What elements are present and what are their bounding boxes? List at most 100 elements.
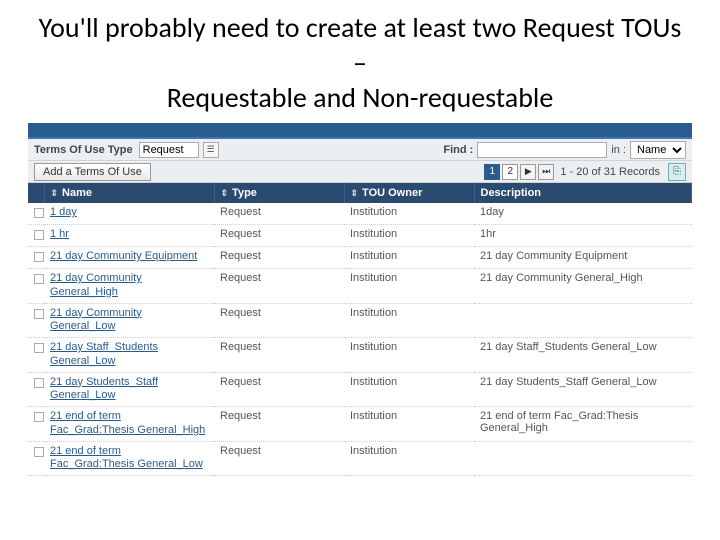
row-desc-cell: 21 end of term Fac_Grad:Thesis General_H…	[474, 407, 692, 442]
table-row: 1 day RequestInstitution1day	[28, 203, 692, 225]
table-header-row: ⇕Name ⇕Type ⇕TOU Owner Description	[28, 183, 692, 203]
pager-last-icon[interactable]: ⏭	[538, 164, 554, 180]
row-checkbox-cell[interactable]	[28, 203, 44, 225]
row-desc-cell	[474, 441, 692, 476]
row-checkbox-cell[interactable]	[28, 441, 44, 476]
find-label: Find :	[443, 144, 473, 156]
row-name-link[interactable]: 21 day Students_Staff General_Low	[50, 376, 208, 404]
export-icon[interactable]: ⎘	[668, 163, 686, 181]
row-owner-cell: Institution	[344, 247, 474, 269]
col-name[interactable]: ⇕Name	[44, 183, 214, 203]
col-description[interactable]: Description	[474, 183, 692, 203]
row-desc-cell: 21 day Community Equipment	[474, 247, 692, 269]
row-owner-cell: Institution	[344, 441, 474, 476]
checkbox-icon[interactable]	[34, 343, 44, 353]
row-desc-cell: 21 day Students_Staff General_Low	[474, 372, 692, 407]
row-type-cell: Request	[214, 441, 344, 476]
row-name-cell: 21 day Community General_High	[44, 269, 214, 304]
filter-toolbar: Terms Of Use Type ☰ Find : in : Name	[28, 139, 692, 161]
col-checkbox[interactable]	[28, 183, 44, 203]
row-type-cell: Request	[214, 269, 344, 304]
row-type-cell: Request	[214, 247, 344, 269]
tou-table: ⇕Name ⇕Type ⇕TOU Owner Description 1 day…	[28, 183, 692, 476]
sort-icon: ⇕	[51, 188, 59, 199]
row-type-cell: Request	[214, 338, 344, 373]
action-toolbar: Add a Terms Of Use 1 2 ▶ ⏭ 1 - 20 of 31 …	[28, 161, 692, 183]
row-name-cell: 21 day Community Equipment	[44, 247, 214, 269]
row-checkbox-cell[interactable]	[28, 269, 44, 304]
row-checkbox-cell[interactable]	[28, 247, 44, 269]
in-select[interactable]: Name	[630, 141, 686, 159]
pager-page-1[interactable]: 1	[484, 164, 500, 180]
row-owner-cell: Institution	[344, 338, 474, 373]
table-row: 21 end of term Fac_Grad:Thesis General_H…	[28, 407, 692, 442]
row-desc-cell: 21 day Community General_High	[474, 269, 692, 304]
row-name-link[interactable]: 21 end of term Fac_Grad:Thesis General_H…	[50, 410, 208, 438]
row-desc-cell: 21 day Staff_Students General_Low	[474, 338, 692, 373]
row-owner-cell: Institution	[344, 203, 474, 225]
row-name-cell: 1 hr	[44, 225, 214, 247]
checkbox-icon[interactable]	[34, 230, 44, 240]
pager-next-icon[interactable]: ▶	[520, 164, 536, 180]
checkbox-icon[interactable]	[34, 309, 44, 319]
row-name-link[interactable]: 21 day Community General_High	[50, 272, 208, 300]
checkbox-icon[interactable]	[34, 252, 44, 262]
row-owner-cell: Institution	[344, 407, 474, 442]
row-checkbox-cell[interactable]	[28, 372, 44, 407]
row-owner-cell: Institution	[344, 269, 474, 304]
table-row: 1 hr RequestInstitution1hr	[28, 225, 692, 247]
row-type-cell: Request	[214, 203, 344, 225]
table-row: 21 day Community General_HighRequestInst…	[28, 269, 692, 304]
tou-type-input[interactable]	[139, 142, 199, 158]
checkbox-icon[interactable]	[34, 274, 44, 284]
row-owner-cell: Institution	[344, 225, 474, 247]
pager-page-2[interactable]: 2	[502, 164, 518, 180]
pager: 1 2 ▶ ⏭ 1 - 20 of 31 Records	[484, 164, 660, 180]
row-name-link[interactable]: 1 hr	[50, 228, 69, 242]
sort-icon: ⇕	[351, 188, 359, 199]
tou-type-label: Terms Of Use Type	[34, 144, 133, 156]
row-type-cell: Request	[214, 303, 344, 338]
add-tou-button[interactable]: Add a Terms Of Use	[34, 163, 151, 181]
tou-type-picker-icon[interactable]: ☰	[203, 142, 219, 158]
table-row: 21 day Community General_LowRequestInsti…	[28, 303, 692, 338]
row-type-cell: Request	[214, 225, 344, 247]
table-row: 21 day Community Equipment RequestInstitu…	[28, 247, 692, 269]
row-name-link[interactable]: 21 day Community Equipment	[50, 250, 197, 264]
row-name-cell: 21 day Staff_Students General_Low	[44, 338, 214, 373]
row-type-cell: Request	[214, 407, 344, 442]
app-container: Terms Of Use Type ☰ Find : in : Name Add…	[28, 123, 692, 476]
checkbox-icon[interactable]	[34, 208, 44, 218]
row-owner-cell: Institution	[344, 372, 474, 407]
row-checkbox-cell[interactable]	[28, 338, 44, 373]
title-line-1: You'll probably need to create at least …	[39, 10, 682, 80]
app-header-bar	[28, 123, 692, 139]
row-name-cell: 21 day Community General_Low	[44, 303, 214, 338]
col-owner[interactable]: ⇕TOU Owner	[344, 183, 474, 203]
row-name-link[interactable]: 21 end of term Fac_Grad:Thesis General_L…	[50, 445, 208, 473]
checkbox-icon[interactable]	[34, 378, 44, 388]
table-row: 21 day Staff_Students General_LowRequest…	[28, 338, 692, 373]
row-name-link[interactable]: 21 day Staff_Students General_Low	[50, 341, 208, 369]
row-name-cell: 21 day Students_Staff General_Low	[44, 372, 214, 407]
find-input[interactable]	[477, 142, 607, 158]
sort-icon: ⇕	[221, 188, 229, 199]
checkbox-icon[interactable]	[34, 412, 44, 422]
row-desc-cell: 1hr	[474, 225, 692, 247]
row-name-cell: 21 end of term Fac_Grad:Thesis General_L…	[44, 441, 214, 476]
checkbox-icon[interactable]	[34, 447, 44, 457]
row-checkbox-cell[interactable]	[28, 407, 44, 442]
row-checkbox-cell[interactable]	[28, 225, 44, 247]
row-name-link[interactable]: 21 day Community General_Low	[50, 307, 208, 335]
title-line-2: Requestable and Non-requestable	[167, 80, 554, 115]
row-desc-cell: 1day	[474, 203, 692, 225]
table-row: 21 end of term Fac_Grad:Thesis General_L…	[28, 441, 692, 476]
in-label: in :	[611, 144, 626, 156]
row-checkbox-cell[interactable]	[28, 303, 44, 338]
row-name-link[interactable]: 1 day	[50, 206, 77, 220]
row-type-cell: Request	[214, 372, 344, 407]
row-name-cell: 1 day	[44, 203, 214, 225]
slide-title: You'll probably need to create at least …	[0, 0, 720, 123]
row-owner-cell: Institution	[344, 303, 474, 338]
col-type[interactable]: ⇕Type	[214, 183, 344, 203]
